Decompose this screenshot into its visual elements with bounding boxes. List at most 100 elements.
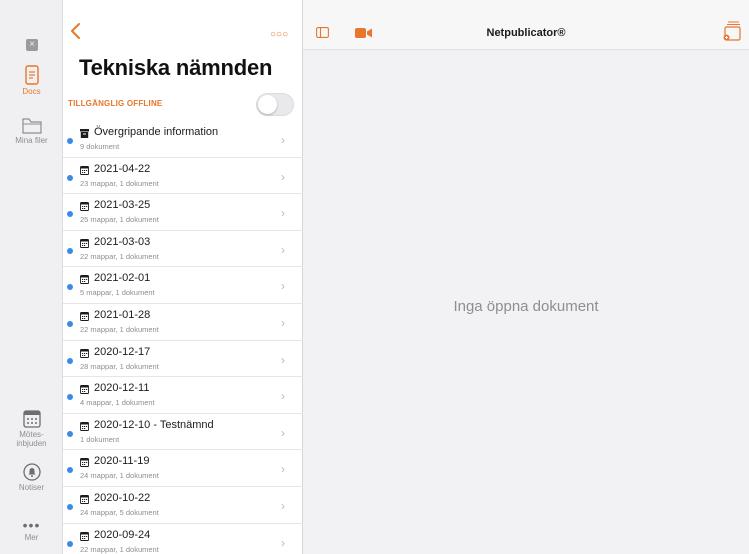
calendar-icon	[80, 494, 89, 504]
list-item-subtitle: 23 mappar, 1 dokument	[80, 178, 159, 188]
empty-state-text: Inga öppna dokument	[453, 298, 599, 315]
list-item-title: 2021-04-22	[94, 162, 151, 175]
list-item-title: 2020-12-10 - Testnämnd	[94, 418, 214, 431]
app-title: Netpublicator®	[486, 27, 566, 39]
list-item-title: 2020-12-11	[94, 382, 150, 395]
bell-icon	[22, 463, 41, 481]
rail-item-mina-filer[interactable]: Mina filer	[0, 118, 63, 145]
list-item[interactable]: Övergripande information 9 dokument ›	[63, 121, 303, 158]
chevron-right-icon: ›	[281, 279, 285, 294]
list-item-subtitle: 24 mappar, 1 dokument	[80, 471, 159, 481]
calendar-icon	[22, 410, 41, 428]
rail-item-label: Mer	[24, 533, 39, 542]
calendar-icon	[80, 348, 89, 358]
left-rail: × Docs Mina filer Mötes- inbjuden Notise…	[0, 0, 63, 554]
list-item[interactable]: 2020-12-17 28 mappar, 1 dokument ›	[63, 341, 303, 378]
unread-dot	[67, 138, 73, 144]
list-item-subtitle: 24 mappar, 5 dokument	[80, 507, 159, 517]
list-item-subtitle: 25 mappar, 1 dokument	[80, 215, 159, 225]
document-icon	[24, 65, 39, 85]
list-item-subtitle: 9 dokument	[80, 142, 120, 151]
rail-item-docs[interactable]: Docs	[0, 65, 63, 96]
list-item-subtitle: 22 mappar, 1 dokument	[80, 324, 159, 334]
list-item[interactable]: 2020-10-22 24 mappar, 5 dokument ›	[63, 487, 303, 524]
calendar-icon	[80, 458, 89, 468]
close-icon[interactable]: ×	[26, 39, 38, 51]
rail-item-motesinbjudan[interactable]: Mötes- inbjuden	[0, 410, 63, 448]
calendar-icon	[80, 165, 89, 175]
top-bar: Netpublicator®	[303, 0, 749, 50]
unread-dot	[67, 430, 73, 437]
unread-dot	[67, 284, 73, 291]
chevron-right-icon: ›	[281, 535, 285, 550]
list-item[interactable]: 2020-11-19 24 mappar, 1 dokument ›	[63, 450, 303, 487]
calendar-icon	[80, 312, 89, 321]
chevron-right-icon: ›	[281, 462, 285, 477]
chevron-right-icon: ›	[281, 206, 285, 221]
offline-label: TILLGÄNGLIG OFFLINE	[68, 99, 163, 108]
more-options-icon[interactable]: ○○○	[270, 30, 288, 40]
rail-item-label: Mötes- inbjuden	[16, 430, 47, 448]
list-item[interactable]: 2020-12-10 - Testnämnd 1 dokument ›	[63, 414, 303, 451]
chevron-right-icon: ›	[281, 425, 285, 440]
list-item-subtitle: 1 dokument	[80, 434, 120, 444]
chevron-left-icon[interactable]	[69, 22, 83, 40]
more-icon: •••	[22, 517, 41, 533]
unread-dot	[67, 211, 73, 218]
folder-icon	[21, 118, 42, 134]
unread-dot	[67, 320, 73, 327]
rail-item-mer[interactable]: ••• Mer	[0, 517, 63, 542]
rail-item-label: Mina filer	[15, 136, 48, 145]
unread-dot	[67, 540, 73, 547]
folder-list: Övergripande information 9 dokument › 2021-…	[63, 121, 303, 554]
list-item-title: 2021-01-28	[94, 308, 151, 321]
chevron-right-icon: ›	[281, 133, 285, 147]
unread-dot	[67, 357, 73, 364]
document-stack-icon[interactable]	[723, 20, 741, 42]
list-item-title: 2020-09-24	[94, 528, 151, 541]
unread-dot	[67, 394, 73, 401]
calendar-icon	[80, 202, 89, 212]
list-item-subtitle: 28 mappar, 1 dokument	[80, 361, 159, 371]
archive-icon	[80, 129, 89, 138]
list-item[interactable]: 2021-03-25 25 mappar, 1 dokument ›	[63, 194, 303, 231]
rail-item-label: Notiser	[18, 483, 45, 492]
list-item[interactable]: 2021-01-28 22 mappar, 1 dokument ›	[63, 304, 303, 341]
list-item-subtitle: 22 mappar, 1 dokument	[80, 251, 159, 261]
list-item-title: 2020-10-22	[94, 491, 151, 504]
calendar-icon	[80, 531, 89, 541]
calendar-icon	[80, 275, 89, 285]
unread-dot	[67, 247, 73, 254]
unread-dot	[67, 174, 73, 181]
calendar-icon	[80, 238, 89, 248]
chevron-right-icon: ›	[281, 352, 285, 367]
chevron-right-icon: ›	[281, 315, 285, 330]
rail-item-label: Docs	[22, 87, 41, 96]
list-item-title: 2021-03-25	[94, 199, 151, 212]
list-item-subtitle: 4 mappar, 1 dokument	[80, 398, 155, 408]
rail-item-notiser[interactable]: Notiser	[0, 463, 63, 492]
app-window: × Docs Mina filer Mötes- inbjuden Notise…	[0, 0, 749, 554]
list-item-title: 2021-03-03	[94, 235, 151, 248]
list-item[interactable]: 2020-09-24 22 mappar, 1 dokument ›	[63, 524, 303, 554]
list-item-title: 2020-12-17	[94, 345, 151, 358]
unread-dot	[67, 503, 73, 510]
chevron-right-icon: ›	[281, 242, 285, 257]
list-item-subtitle: 5 mappar, 1 dokument	[80, 288, 155, 298]
list-item-title: 2020-11-19	[94, 455, 150, 468]
calendar-icon	[80, 385, 89, 395]
list-item[interactable]: 2020-12-11 4 mappar, 1 dokument ›	[63, 377, 303, 414]
list-item-title: Övergripande information	[94, 126, 219, 138]
list-item[interactable]: 2021-04-22 23 mappar, 1 dokument ›	[63, 158, 303, 195]
document-viewer: Inga öppna dokument	[303, 50, 749, 554]
list-item[interactable]: 2021-02-01 5 mappar, 1 dokument ›	[63, 267, 303, 304]
chevron-right-icon: ›	[281, 498, 285, 513]
calendar-icon	[80, 421, 89, 431]
list-item[interactable]: 2021-03-03 22 mappar, 1 dokument ›	[63, 231, 303, 268]
list-item-title: 2021-02-01	[94, 272, 151, 285]
chevron-right-icon: ›	[281, 169, 285, 184]
list-item-subtitle: 22 mappar, 1 dokument	[80, 544, 159, 554]
page-title: Tekniska nämnden	[79, 55, 273, 80]
offline-toggle[interactable]	[256, 93, 294, 116]
chevron-right-icon: ›	[281, 389, 285, 404]
